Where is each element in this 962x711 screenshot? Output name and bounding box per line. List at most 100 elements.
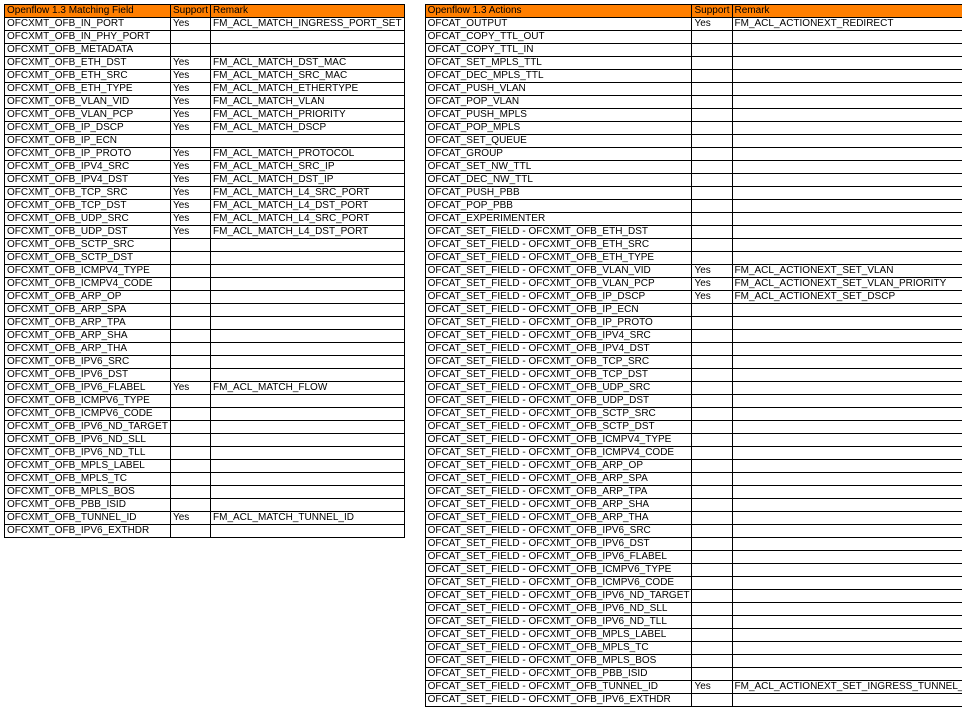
cell-support	[692, 395, 732, 408]
cell-support: Yes	[692, 291, 732, 304]
table-row: OFCXMT_OFB_TCP_DSTYesFM_ACL_MATCH_L4_DST…	[5, 200, 405, 213]
cell-field: OFCAT_DEC_NW_TTL	[425, 174, 692, 187]
cell-remark: FM_ACL_MATCH_SRC_IP	[211, 161, 405, 174]
table-row: OFCXMT_OFB_ARP_TPA	[5, 317, 405, 330]
cell-support	[170, 395, 210, 408]
table-row: OFCXMT_OFB_IP_PROTOYesFM_ACL_MATCH_PROTO…	[5, 148, 405, 161]
table-row: OFCXMT_OFB_IP_DSCPYesFM_ACL_MATCH_DSCP	[5, 122, 405, 135]
cell-support: Yes	[170, 83, 210, 96]
cell-remark	[732, 44, 962, 57]
cell-field: OFCAT_SET_FIELD - OFCXMT_OFB_IPV6_ND_TLL	[425, 616, 692, 629]
table-header-row: Openflow 1.3 Actions Support Remark	[425, 5, 962, 18]
cell-remark	[732, 486, 962, 499]
cell-support	[692, 642, 732, 655]
cell-remark	[732, 499, 962, 512]
cell-field: OFCAT_SET_FIELD - OFCXMT_OFB_MPLS_BOS	[425, 655, 692, 668]
cell-support	[692, 694, 732, 707]
cell-support	[692, 629, 732, 642]
table-row: OFCXMT_OFB_ICMPV4_CODE	[5, 278, 405, 291]
table-row: OFCXMT_OFB_IN_PORTYesFM_ACL_MATCH_INGRES…	[5, 18, 405, 31]
cell-remark	[211, 330, 405, 343]
cell-field: OFCAT_SET_FIELD - OFCXMT_OFB_IPV6_ND_TAR…	[425, 590, 692, 603]
cell-support	[692, 70, 732, 83]
cell-support	[692, 369, 732, 382]
table-row: OFCXMT_OFB_UDP_SRCYesFM_ACL_MATCH_L4_SRC…	[5, 213, 405, 226]
cell-remark	[211, 486, 405, 499]
cell-support	[692, 252, 732, 265]
table-row: OFCAT_POP_VLAN	[425, 96, 962, 109]
cell-field: OFCXMT_OFB_ICMPV4_CODE	[5, 278, 171, 291]
cell-field: OFCXMT_OFB_ETH_DST	[5, 57, 171, 70]
cell-remark	[211, 395, 405, 408]
table-row: OFCXMT_OFB_IPV4_SRCYesFM_ACL_MATCH_SRC_I…	[5, 161, 405, 174]
cell-remark: FM_ACL_ACTIONEXT_SET_VLAN_PRIORITY	[732, 278, 962, 291]
table-row: OFCXMT_OFB_UDP_DSTYesFM_ACL_MATCH_L4_DST…	[5, 226, 405, 239]
cell-field: OFCAT_SET_FIELD - OFCXMT_OFB_TUNNEL_ID	[425, 681, 692, 694]
table-row: OFCXMT_OFB_MPLS_BOS	[5, 486, 405, 499]
table-row: OFCAT_SET_FIELD - OFCXMT_OFB_ICMPV4_CODE	[425, 447, 962, 460]
cell-field: OFCAT_SET_QUEUE	[425, 135, 692, 148]
cell-field: OFCXMT_OFB_IPV6_DST	[5, 369, 171, 382]
table-row: OFCAT_PUSH_MPLS	[425, 109, 962, 122]
cell-support	[692, 161, 732, 174]
table-row: OFCAT_SET_QUEUE	[425, 135, 962, 148]
cell-field: OFCXMT_OFB_PBB_ISID	[5, 499, 171, 512]
cell-support	[692, 512, 732, 525]
cell-remark	[732, 96, 962, 109]
table-row: OFCAT_SET_FIELD - OFCXMT_OFB_MPLS_TC	[425, 642, 962, 655]
table-row: OFCAT_GROUP	[425, 148, 962, 161]
cell-remark	[211, 460, 405, 473]
cell-field: OFCXMT_OFB_IPV6_ND_TARGET	[5, 421, 171, 434]
cell-remark	[732, 239, 962, 252]
cell-support	[170, 421, 210, 434]
cell-support	[692, 356, 732, 369]
table-row: OFCAT_SET_FIELD - OFCXMT_OFB_IPV6_SRC	[425, 525, 962, 538]
cell-support	[692, 590, 732, 603]
table-row: OFCXMT_OFB_IPV6_EXTHDR	[5, 525, 405, 538]
cell-support	[170, 447, 210, 460]
cell-support	[692, 330, 732, 343]
cell-support	[170, 317, 210, 330]
table-row: OFCXMT_OFB_ARP_THA	[5, 343, 405, 356]
table-row: OFCAT_SET_FIELD - OFCXMT_OFB_MPLS_LABEL	[425, 629, 962, 642]
table-row: OFCAT_COPY_TTL_IN	[425, 44, 962, 57]
table-row: OFCAT_SET_NW_TTL	[425, 161, 962, 174]
cell-remark	[732, 330, 962, 343]
cell-field: OFCXMT_OFB_ARP_THA	[5, 343, 171, 356]
cell-field: OFCXMT_OFB_IPV6_ND_SLL	[5, 434, 171, 447]
cell-remark	[732, 369, 962, 382]
table-row: OFCAT_SET_FIELD - OFCXMT_OFB_ETH_DST	[425, 226, 962, 239]
cell-field: OFCAT_SET_FIELD - OFCXMT_OFB_ETH_SRC	[425, 239, 692, 252]
table-row: OFCXMT_OFB_VLAN_VIDYesFM_ACL_MATCH_VLAN	[5, 96, 405, 109]
cell-field: OFCXMT_OFB_ARP_OP	[5, 291, 171, 304]
cell-field: OFCAT_SET_FIELD - OFCXMT_OFB_UDP_SRC	[425, 382, 692, 395]
cell-support	[692, 603, 732, 616]
cell-field: OFCAT_POP_VLAN	[425, 96, 692, 109]
table-row: OFCAT_SET_FIELD - OFCXMT_OFB_IP_PROTO	[425, 317, 962, 330]
table-row: OFCXMT_OFB_VLAN_PCPYesFM_ACL_MATCH_PRIOR…	[5, 109, 405, 122]
cell-field: OFCXMT_OFB_IPV6_SRC	[5, 356, 171, 369]
cell-support	[170, 135, 210, 148]
table-row: OFCAT_OUTPUTYesFM_ACL_ACTIONEXT_REDIRECT	[425, 18, 962, 31]
cell-remark	[732, 213, 962, 226]
cell-remark	[732, 317, 962, 330]
table-row: OFCXMT_OFB_MPLS_TC	[5, 473, 405, 486]
cell-support	[692, 239, 732, 252]
cell-support: Yes	[170, 109, 210, 122]
cell-support	[692, 343, 732, 356]
table-row: OFCXMT_OFB_SCTP_DST	[5, 252, 405, 265]
cell-remark: FM_ACL_MATCH_TUNNEL_ID	[211, 512, 405, 525]
cell-field: OFCAT_SET_FIELD - OFCXMT_OFB_SCTP_DST	[425, 421, 692, 434]
cell-support	[692, 668, 732, 681]
table-row: OFCAT_SET_FIELD - OFCXMT_OFB_IPV6_DST	[425, 538, 962, 551]
cell-field: OFCAT_SET_FIELD - OFCXMT_OFB_MPLS_TC	[425, 642, 692, 655]
table-row: OFCXMT_OFB_PBB_ISID	[5, 499, 405, 512]
cell-support	[692, 655, 732, 668]
cell-support: Yes	[692, 18, 732, 31]
cell-support	[692, 31, 732, 44]
cell-remark	[211, 499, 405, 512]
cell-remark	[732, 83, 962, 96]
table-row: OFCAT_DEC_MPLS_TTL	[425, 70, 962, 83]
cell-field: OFCAT_SET_MPLS_TTL	[425, 57, 692, 70]
table-row: OFCXMT_OFB_IPV6_SRC	[5, 356, 405, 369]
